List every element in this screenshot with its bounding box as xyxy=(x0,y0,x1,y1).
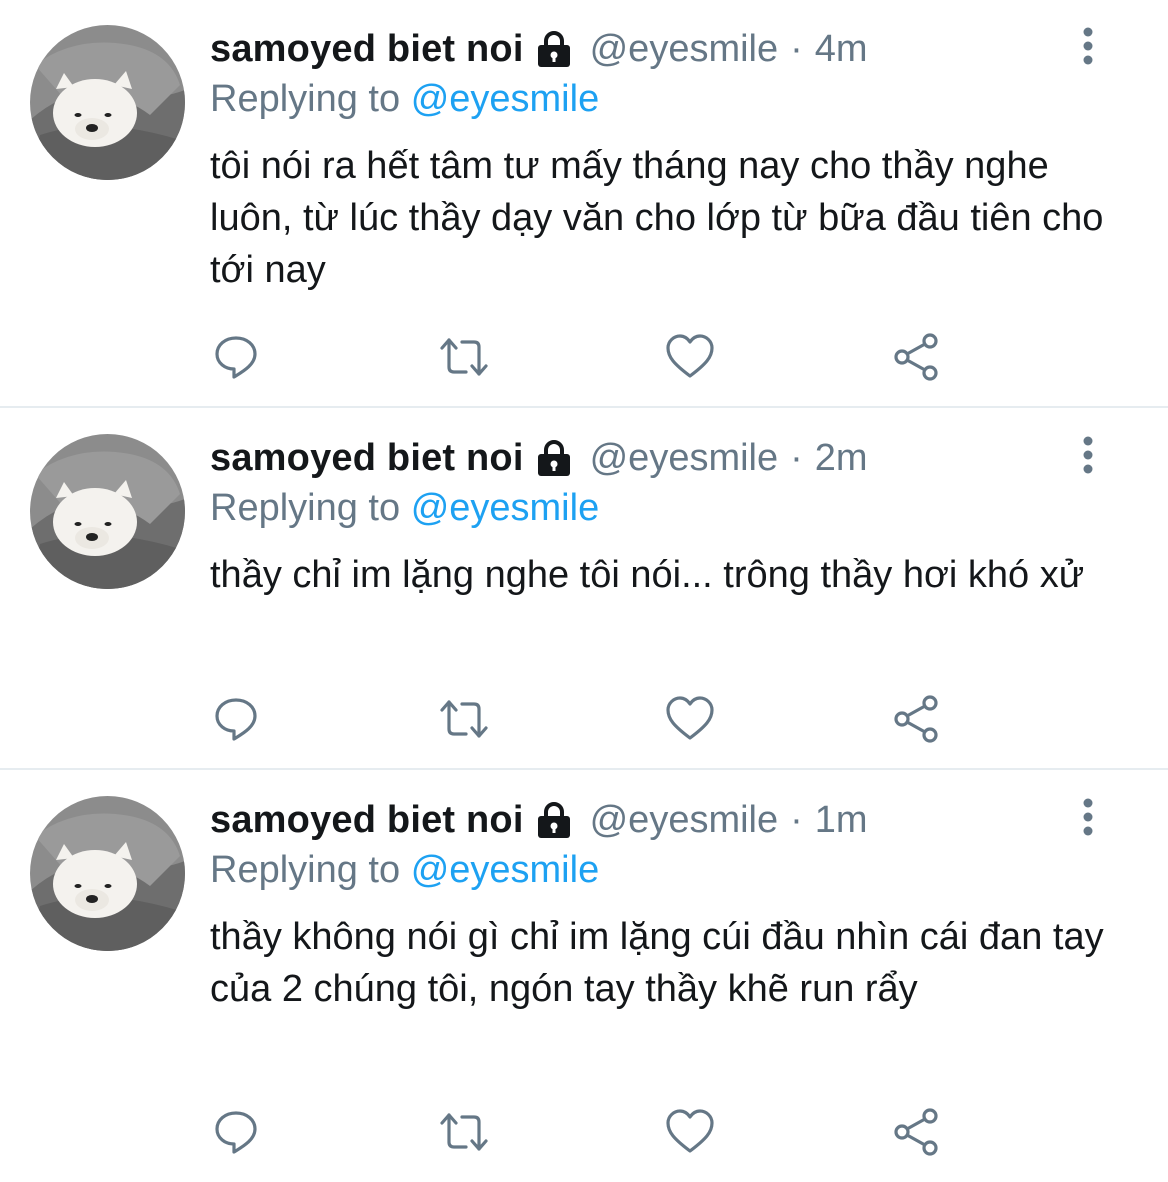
share-button[interactable] xyxy=(890,332,942,382)
tweet[interactable]: samoyed biet noi @eyesmile · 1m Replying… xyxy=(0,771,1168,1182)
reply-button[interactable] xyxy=(212,332,264,382)
retweet-icon xyxy=(440,338,488,376)
replying-label: Replying to xyxy=(210,849,401,891)
like-button[interactable] xyxy=(664,332,716,382)
tweet-text: thầy chỉ im lặng nghe tôi nói... trông t… xyxy=(210,554,1085,596)
tweet-header: samoyed biet noi @eyesmile · 2m xyxy=(210,433,868,483)
timeline: samoyed biet noi @eyesmile · 4m Replying… xyxy=(0,0,1168,1182)
heart-icon xyxy=(666,334,714,378)
more-vertical-icon[interactable] xyxy=(1076,797,1100,837)
heart-icon xyxy=(666,1109,714,1153)
timestamp[interactable]: 2m xyxy=(815,433,868,483)
reply-bubble-icon xyxy=(215,336,257,379)
tweet-header: samoyed biet noi @eyesmile · 1m xyxy=(210,795,868,845)
separator-dot: · xyxy=(790,437,803,479)
share-icon xyxy=(894,333,938,381)
handle[interactable]: @eyesmile xyxy=(590,24,779,74)
like-button[interactable] xyxy=(664,1107,716,1157)
lock-icon xyxy=(534,801,574,839)
replying-to: Replying to @eyesmile xyxy=(210,75,599,123)
display-name[interactable]: samoyed biet noi xyxy=(210,24,524,74)
handle[interactable]: @eyesmile xyxy=(590,433,779,483)
share-button[interactable] xyxy=(890,694,942,744)
more-vertical-icon[interactable] xyxy=(1076,435,1100,475)
mention-link[interactable]: @eyesmile xyxy=(411,849,600,891)
retweet-icon xyxy=(440,1113,488,1151)
lock-icon xyxy=(534,30,574,68)
retweet-icon xyxy=(440,700,488,738)
avatar[interactable] xyxy=(30,796,185,951)
tweet[interactable]: samoyed biet noi @eyesmile · 2m Replying… xyxy=(0,409,1168,769)
like-button[interactable] xyxy=(664,694,716,744)
tweet[interactable]: samoyed biet noi @eyesmile · 4m Replying… xyxy=(0,0,1168,407)
reply-button[interactable] xyxy=(212,1107,264,1157)
replying-to: Replying to @eyesmile xyxy=(210,846,599,894)
tweet-divider xyxy=(0,406,1168,408)
more-vertical-icon[interactable] xyxy=(1076,26,1100,66)
handle[interactable]: @eyesmile xyxy=(590,795,779,845)
tweet-divider xyxy=(0,768,1168,770)
heart-icon xyxy=(666,696,714,740)
tweet-actions xyxy=(210,332,970,382)
share-icon xyxy=(894,695,938,743)
tweet-text: tôi nói ra hết tâm tư mấy tháng nay cho … xyxy=(210,145,1104,291)
tweet-header: samoyed biet noi @eyesmile · 4m xyxy=(210,24,868,74)
share-button[interactable] xyxy=(890,1107,942,1157)
display-name[interactable]: samoyed biet noi xyxy=(210,433,524,483)
replying-label: Replying to xyxy=(210,487,401,529)
avatar[interactable] xyxy=(30,434,185,589)
replying-label: Replying to xyxy=(210,78,401,120)
reply-bubble-icon xyxy=(215,1111,257,1154)
reply-bubble-icon xyxy=(215,698,257,741)
retweet-button[interactable] xyxy=(438,332,490,382)
separator-dot: · xyxy=(790,799,803,841)
avatar[interactable] xyxy=(30,25,185,180)
separator-dot: · xyxy=(790,28,803,70)
timestamp[interactable]: 4m xyxy=(815,24,868,74)
tweet-actions xyxy=(210,694,970,744)
share-icon xyxy=(894,1108,938,1156)
retweet-button[interactable] xyxy=(438,694,490,744)
mention-link[interactable]: @eyesmile xyxy=(411,487,600,529)
tweet-actions xyxy=(210,1107,970,1157)
timestamp[interactable]: 1m xyxy=(815,795,868,845)
reply-button[interactable] xyxy=(212,694,264,744)
retweet-button[interactable] xyxy=(438,1107,490,1157)
replying-to: Replying to @eyesmile xyxy=(210,484,599,532)
display-name[interactable]: samoyed biet noi xyxy=(210,795,524,845)
mention-link[interactable]: @eyesmile xyxy=(411,78,600,120)
tweet-text: thầy không nói gì chỉ im lặng cúi đầu nh… xyxy=(210,916,1104,1010)
lock-icon xyxy=(534,439,574,477)
